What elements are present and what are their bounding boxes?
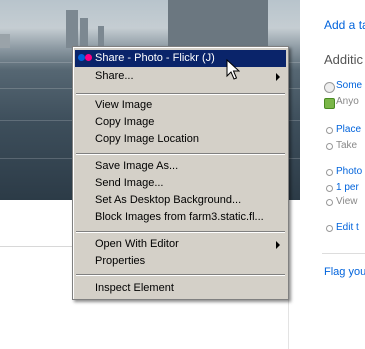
menu-item-label: View Image [95, 99, 153, 111]
menu-item-label: Set As Desktop Background... [95, 194, 242, 206]
sidebar-divider [322, 253, 365, 254]
bullet-icon [326, 127, 333, 134]
skyline-building [168, 0, 268, 48]
bullet-icon [326, 225, 333, 232]
menu-separator [76, 153, 285, 155]
sidebar-row[interactable]: Some [336, 80, 362, 91]
menu-separator [76, 93, 285, 95]
bullet-icon [326, 169, 333, 176]
sidebar-row: View [336, 196, 358, 207]
submenu-arrow-icon [276, 241, 280, 249]
privacy-icon [324, 82, 335, 93]
bullet-icon [326, 185, 333, 192]
license-icon [324, 98, 335, 109]
menu-item-open-with-editor[interactable]: Open With Editor [75, 236, 286, 253]
context-menu: Share - Photo - Flickr (J) Share... View… [72, 46, 289, 300]
menu-item-block-images[interactable]: Block Images from farm3.static.fl... [75, 209, 286, 226]
photo-sidebar: Add a ta Additic Some Anyo Place Take Ph… [322, 0, 365, 349]
sidebar-row: Anyo [336, 96, 359, 107]
skyline-building [98, 26, 104, 48]
bullet-icon [326, 199, 333, 206]
menu-item-save-image-as[interactable]: Save Image As... [75, 158, 286, 175]
menu-item-inspect-element[interactable]: Inspect Element [75, 280, 286, 297]
submenu-arrow-icon [276, 73, 280, 81]
sidebar-row[interactable]: Photo [336, 166, 362, 177]
bullet-icon [326, 143, 333, 150]
skyline-building [0, 34, 10, 48]
menu-item-label: Send Image... [95, 177, 164, 189]
menu-item-set-desktop-background[interactable]: Set As Desktop Background... [75, 192, 286, 209]
menu-separator [76, 231, 285, 233]
menu-separator [76, 274, 285, 276]
menu-item-share[interactable]: Share... [75, 68, 286, 85]
menu-item-label: Share - Photo - Flickr (J) [95, 52, 215, 64]
additional-info-heading: Additic [324, 52, 364, 67]
add-tag-link[interactable]: Add a ta [324, 18, 365, 32]
menu-item-send-image[interactable]: Send Image... [75, 175, 286, 192]
sidebar-row: Take [336, 140, 358, 151]
skyline-building [80, 18, 88, 48]
menu-item-label: Inspect Element [95, 282, 174, 294]
menu-item-label: Save Image As... [95, 160, 179, 172]
menu-item-label: Copy Image [95, 116, 155, 128]
menu-item-label: Share... [95, 70, 134, 82]
menu-item-label: Open With Editor [95, 238, 179, 250]
menu-item-share-flickr[interactable]: Share - Photo - Flickr (J) [75, 50, 286, 67]
menu-item-label: Copy Image Location [95, 133, 199, 145]
sidebar-row[interactable]: Edit t [336, 222, 359, 233]
menu-item-copy-image[interactable]: Copy Image [75, 114, 286, 131]
menu-item-properties[interactable]: Properties [75, 253, 286, 270]
menu-item-copy-image-location[interactable]: Copy Image Location [75, 131, 286, 148]
flag-photo-link[interactable]: Flag you [324, 266, 365, 278]
sidebar-row[interactable]: 1 per [336, 182, 359, 193]
mouse-pointer-icon [226, 59, 240, 80]
menu-item-label: Properties [95, 255, 146, 267]
menu-item-label: Block Images from farm3.static.fl... [95, 211, 264, 223]
menu-item-view-image[interactable]: View Image [75, 97, 286, 114]
sidebar-row[interactable]: Place [336, 124, 361, 135]
skyline-building [66, 10, 78, 48]
